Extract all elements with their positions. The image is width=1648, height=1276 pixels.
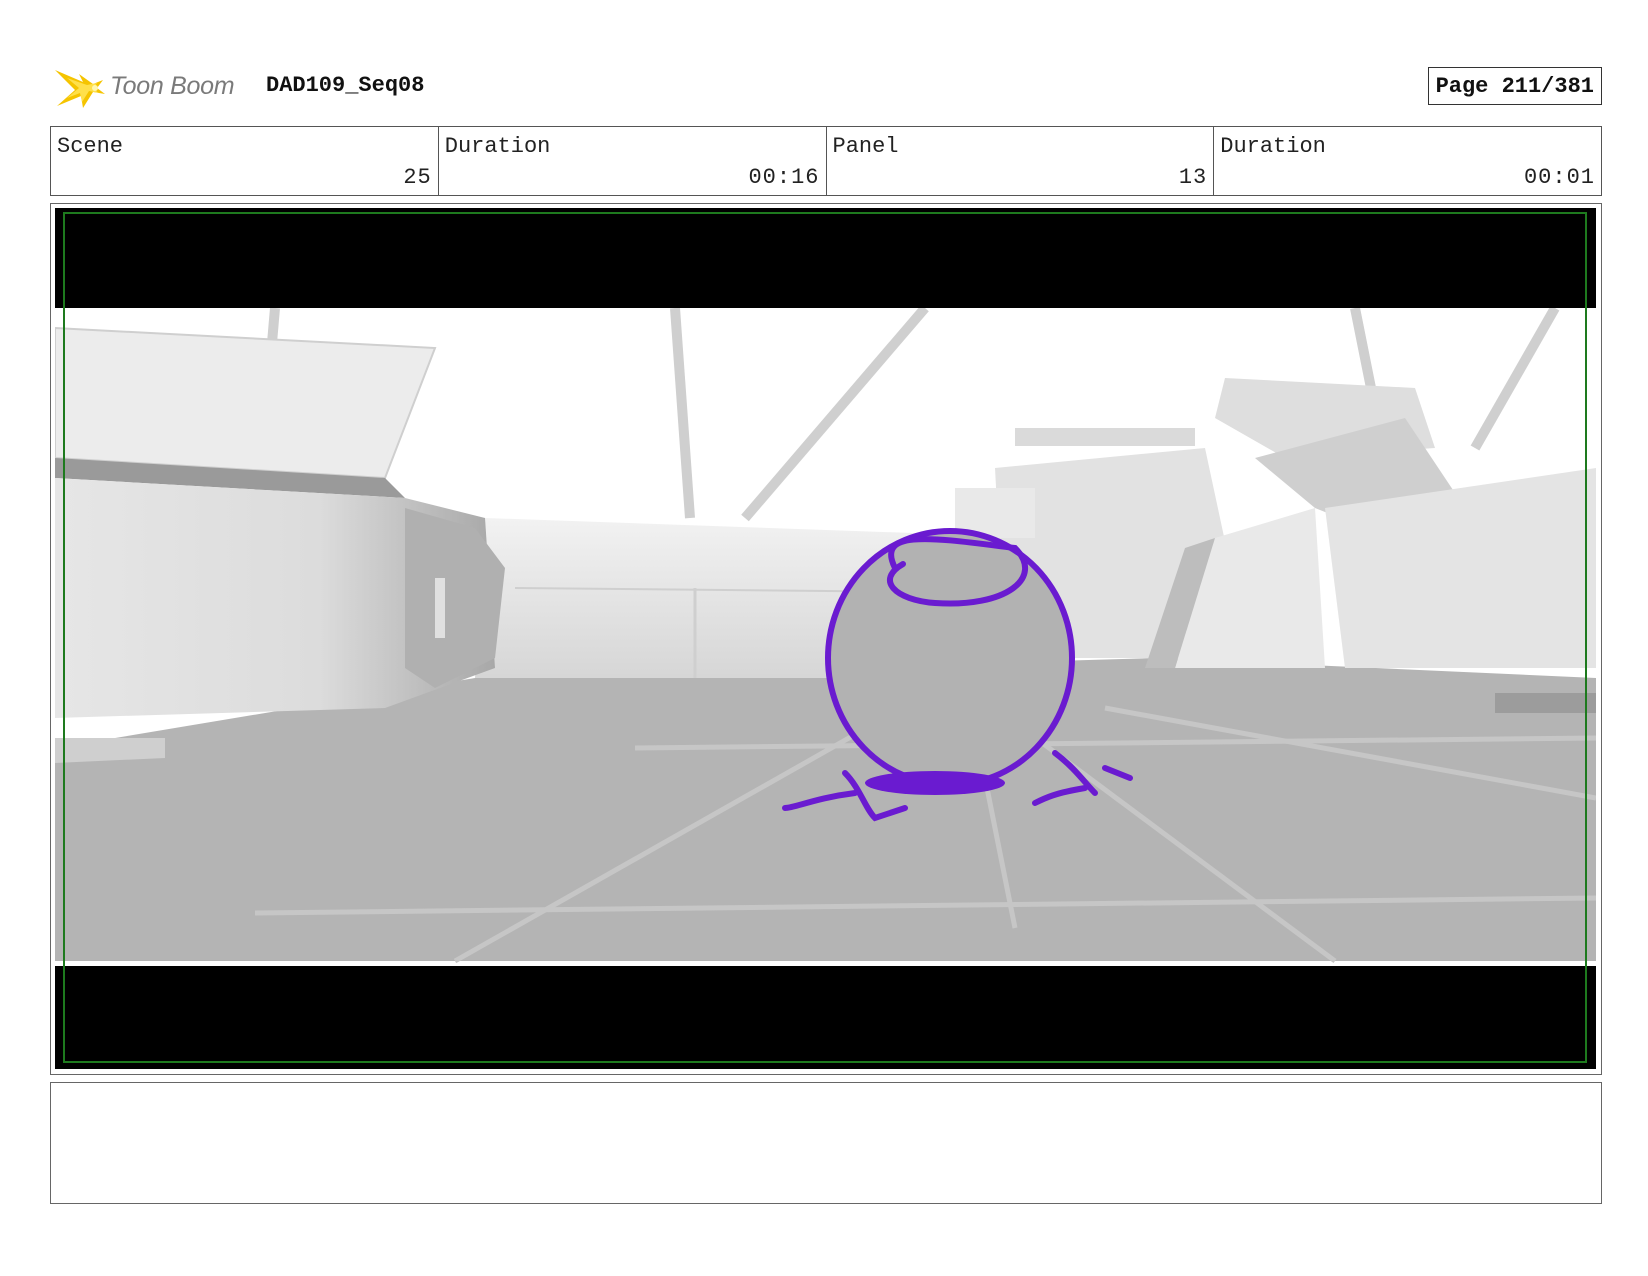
page-header: Toon Boom DAD109_Seq08 Page 211/381 (50, 58, 1602, 114)
toon-boom-logo: Toon Boom (53, 58, 253, 114)
scene-cell: Scene 25 (51, 127, 439, 195)
letterbox-top (55, 208, 1596, 308)
panel-cell: Panel 13 (827, 127, 1215, 195)
left-slab (55, 326, 437, 480)
panel-duration-label: Duration (1220, 134, 1326, 159)
letterbox-bottom (55, 966, 1596, 1069)
storyboard-panel (50, 203, 1602, 1075)
panel-info-table: Scene 25 Duration 00:16 Panel 13 Duratio… (50, 126, 1602, 196)
panel-notes (50, 1082, 1602, 1204)
scene-label: Scene (57, 134, 124, 159)
starburst-icon (55, 70, 105, 108)
panel-label: Panel (832, 134, 899, 159)
scene-duration-label: Duration (444, 134, 551, 159)
panel-duration-cell: Duration 00:01 (1214, 127, 1601, 195)
page-number: Page 211/381 (1427, 67, 1602, 105)
panel-value: 13 (1178, 165, 1208, 190)
scene-value: 25 (403, 165, 432, 190)
panel-artwork (55, 208, 1596, 1069)
logo-text: Toon Boom (110, 72, 235, 100)
panel-duration-value: 00:01 (1523, 165, 1595, 190)
scene-duration-value: 00:16 (748, 165, 820, 190)
project-title: DAD109_Seq08 (266, 73, 425, 98)
scene-duration-cell: Duration 00:16 (439, 127, 827, 195)
character-shadow (865, 771, 1005, 795)
